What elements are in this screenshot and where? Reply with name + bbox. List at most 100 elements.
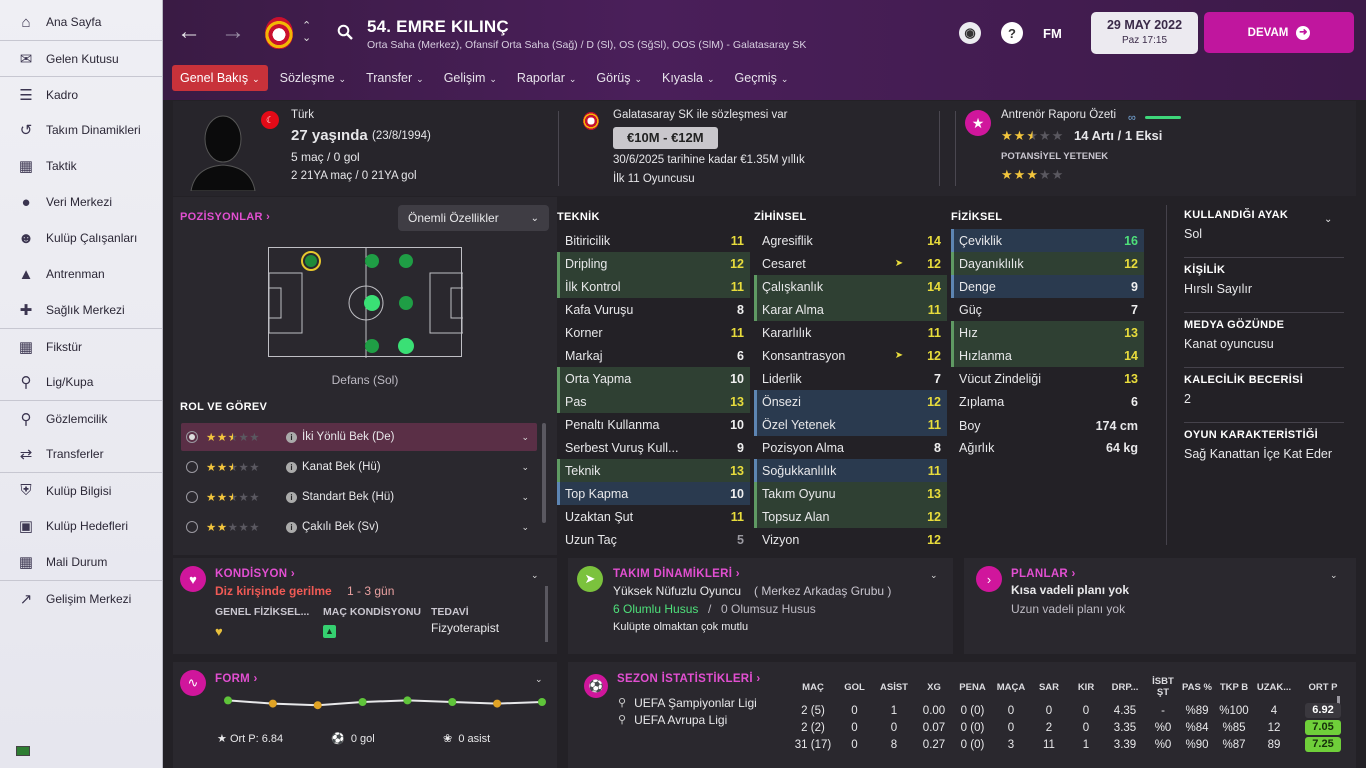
chevron-down-icon[interactable]: ⌄ (930, 570, 938, 581)
attribute-row[interactable]: Dayanıklılık 12 (951, 252, 1144, 275)
sidebar-item[interactable]: ▦ Taktik (0, 148, 163, 184)
attribute-row[interactable]: Pozisyon Alma 8 (754, 436, 947, 459)
attribute-row[interactable]: Takım Oyunu 13 (754, 482, 947, 505)
table-row[interactable]: 2 (5) 0 1 0.00 0 (0) 0 0 0 4.35 - %89 %100 4 6.92 (790, 702, 1352, 719)
attribute-row[interactable]: Top Kapma 10 (557, 482, 750, 505)
form-point[interactable] (313, 701, 322, 710)
attribute-row[interactable]: Çalışkanlık 14 (754, 275, 947, 298)
column-header[interactable]: PAS % (1180, 676, 1214, 702)
role-radio[interactable] (186, 431, 198, 443)
sidebar-item[interactable]: ⌂ Ana Sayfa (0, 4, 163, 40)
scrollbar[interactable] (545, 586, 548, 642)
attribute-row[interactable]: Uzun Taç 5 (557, 528, 750, 551)
sidebar-item[interactable]: ▲ Antrenman (0, 256, 163, 292)
role-radio[interactable] (186, 461, 198, 473)
attribute-row[interactable]: Dripling 12 (557, 252, 750, 275)
tab-item[interactable]: Geçmiş ⌄ (727, 65, 797, 91)
coach-report-title[interactable]: Antrenör Raporu Özeti (1001, 109, 1116, 121)
transfer-value-badge[interactable]: €10M - €12M (613, 127, 718, 149)
sidebar-item[interactable]: ↺ Takım Dinamikleri (0, 112, 163, 148)
column-header[interactable]: MAÇ (790, 676, 836, 702)
attribute-row[interactable]: Zıplama 6 (951, 390, 1144, 413)
attribute-row[interactable]: Önsezi 12 (754, 390, 947, 413)
table-row[interactable]: 31 (17) 0 8 0.27 0 (0) 3 11 1 3.39 %0 %90 %87 89 7.25 (790, 736, 1352, 753)
attribute-row[interactable]: Özel Yetenek 11 (754, 413, 947, 436)
column-header[interactable]: İSBT ŞT (1146, 676, 1180, 702)
attribute-row[interactable]: Penaltı Kullanma 10 (557, 413, 750, 436)
fm-menu-button[interactable]: FM (1043, 26, 1062, 41)
plans-title[interactable]: PLANLAR › (1011, 568, 1076, 580)
team-dynamics-title[interactable]: TAKIM DİNAMİKLERİ › (613, 568, 740, 580)
competition-row[interactable]: ⚲ UEFA Avrupa Ligi (618, 711, 793, 728)
condition-title[interactable]: KONDİSYON › (215, 568, 295, 580)
chevron-down-icon[interactable]: ⌄ (535, 674, 543, 685)
role-row[interactable]: ★★★★★ i Kanat Bek (Hü) ⌄ (181, 453, 537, 481)
tab-item[interactable]: Raporlar ⌄ (509, 65, 584, 91)
column-header[interactable]: TKP B (1214, 676, 1254, 702)
info-icon[interactable]: i (286, 521, 297, 533)
attribute-row[interactable]: Vizyon 12 (754, 528, 947, 551)
column-header[interactable]: DRP... (1104, 676, 1146, 702)
tab-item[interactable]: Kıyasla ⌄ (654, 65, 723, 91)
continue-button[interactable]: DEVAM ➜ (1204, 12, 1354, 53)
attributes-dropdown[interactable]: Önemli Özellikler ⌄ (398, 205, 549, 231)
column-header[interactable]: KIR (1068, 676, 1104, 702)
tab-item[interactable]: Genel Bakış ⌄ (172, 65, 268, 91)
role-row[interactable]: ★★★★★ i İki Yönlü Bek (De) ⌄ (181, 423, 537, 451)
attribute-row[interactable]: Denge 9 (951, 275, 1144, 298)
attribute-row[interactable]: Çeviklik 16 (951, 229, 1144, 252)
attribute-row[interactable]: Liderlik 7 (754, 367, 947, 390)
season-stats-title[interactable]: SEZON İSTATİSTİKLERİ › (617, 673, 761, 685)
search-icon[interactable] (337, 24, 353, 40)
tab-item[interactable]: Transfer ⌄ (358, 65, 432, 91)
chevron-down-icon[interactable]: ⌄ (521, 492, 529, 503)
role-radio[interactable] (186, 491, 198, 503)
info-icon[interactable]: i (286, 491, 297, 503)
sidebar-item[interactable]: ↗ Gelişim Merkezi (0, 580, 163, 616)
column-header[interactable]: PENA (953, 676, 992, 702)
attribute-row[interactable]: Markaj 6 (557, 344, 750, 367)
sidebar-item[interactable]: ● Veri Merkezi (0, 184, 163, 220)
attribute-row[interactable]: Bitiricilik 11 (557, 229, 750, 252)
column-header[interactable]: ASİST (873, 676, 915, 702)
attribute-row[interactable]: Güç 7 (951, 298, 1144, 321)
info-icon[interactable]: i (286, 431, 297, 443)
help-icon[interactable]: ? (1001, 22, 1023, 44)
chevron-down-icon[interactable]: ⌄ (1324, 214, 1332, 225)
column-header[interactable]: GOL (836, 676, 873, 702)
attribute-row[interactable]: Orta Yapma 10 (557, 367, 750, 390)
date-box[interactable]: 29 MAY 2022 Paz 17:15 (1091, 12, 1198, 54)
sidebar-item[interactable]: ☰ Kadro (0, 76, 163, 112)
sidebar-item[interactable]: ▣ Kulüp Hedefleri (0, 508, 163, 544)
sidebar-item[interactable]: ▦ Mali Durum (0, 544, 163, 580)
chevron-down-icon[interactable]: ⌄ (521, 522, 529, 533)
attribute-row[interactable]: Teknik 13 (557, 459, 750, 482)
column-header[interactable]: UZAK... (1254, 676, 1294, 702)
form-point[interactable] (493, 699, 502, 708)
attribute-row[interactable]: Kararlılık 11 (754, 321, 947, 344)
attribute-row[interactable]: Korner 11 (557, 321, 750, 344)
sidebar-item[interactable]: ✚ Sağlık Merkezi (0, 292, 163, 328)
attribute-row[interactable]: Kafa Vuruşu 8 (557, 298, 750, 321)
tab-item[interactable]: Görüş ⌄ (588, 65, 650, 91)
attribute-row[interactable]: Soğukkanlılık 11 (754, 459, 947, 482)
attribute-row[interactable]: İlk Kontrol 11 (557, 275, 750, 298)
column-header[interactable]: ORT P (1294, 676, 1352, 702)
info-icon[interactable]: i (286, 461, 297, 473)
form-point[interactable] (268, 699, 277, 708)
role-row[interactable]: ★★★★★ i Çakılı Bek (Sv) ⌄ (181, 513, 537, 541)
form-point[interactable] (224, 696, 232, 705)
attribute-row[interactable]: Pas 13 (557, 390, 750, 413)
chevron-down-icon[interactable]: ⌄ (1330, 570, 1338, 581)
attribute-row[interactable]: Hızlanma 14 (951, 344, 1144, 367)
form-title[interactable]: FORM › (215, 673, 258, 685)
chevron-down-icon[interactable]: ⌄ (521, 432, 529, 443)
tab-item[interactable]: Sözleşme ⌄ (272, 65, 354, 91)
forward-arrow-icon[interactable]: → (221, 20, 245, 44)
attribute-row[interactable]: Konsantrasyon ➤ 12 (754, 344, 947, 367)
roles-scrollbar[interactable] (542, 423, 546, 523)
competition-row[interactable] (618, 728, 793, 745)
sidebar-item[interactable]: ⚲ Lig/Kupa (0, 364, 163, 400)
sidebar-item[interactable]: ✉ Gelen Kutusu (0, 40, 163, 76)
back-arrow-icon[interactable]: ← (177, 20, 201, 44)
